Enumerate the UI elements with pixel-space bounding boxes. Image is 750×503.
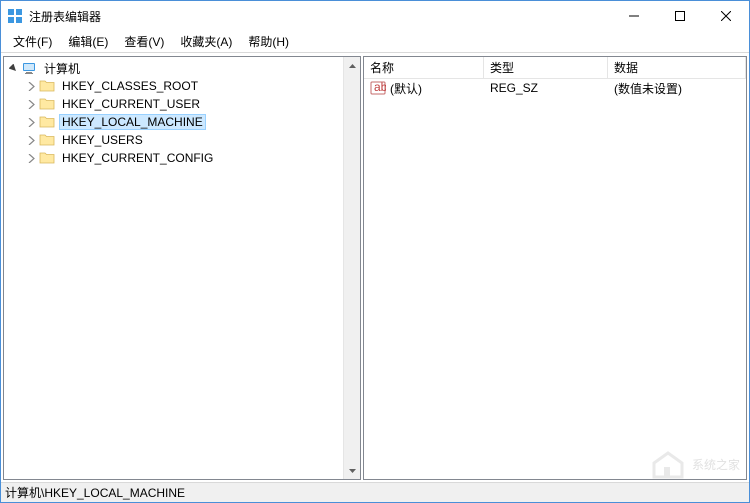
- menu-favorites[interactable]: 收藏夹(A): [172, 31, 240, 52]
- expand-icon[interactable]: [24, 133, 38, 147]
- folder-icon: [39, 96, 55, 112]
- list-header: 名称 类型 数据: [364, 57, 746, 79]
- minimize-button[interactable]: [611, 1, 657, 31]
- maximize-button[interactable]: [657, 1, 703, 31]
- menu-file[interactable]: 文件(F): [5, 31, 60, 52]
- value-type-cell: REG_SZ: [484, 81, 608, 95]
- app-icon: [7, 8, 23, 24]
- column-name[interactable]: 名称: [364, 57, 484, 78]
- tree-node-hkey-classes-root[interactable]: HKEY_CLASSES_ROOT: [4, 77, 360, 95]
- menu-help[interactable]: 帮助(H): [240, 31, 297, 52]
- collapse-icon[interactable]: [6, 61, 20, 75]
- tree-node-hkey-local-machine[interactable]: HKEY_LOCAL_MACHINE: [4, 113, 360, 131]
- values-list[interactable]: ab (默认) REG_SZ(数值未设置): [364, 79, 746, 479]
- folder-icon: [39, 78, 55, 94]
- folder-icon: [39, 114, 55, 130]
- tree-node-label: HKEY_CURRENT_CONFIG: [59, 150, 216, 166]
- expand-icon[interactable]: [24, 79, 38, 93]
- svg-text:ab: ab: [374, 80, 386, 94]
- tree-vertical-scrollbar[interactable]: [343, 57, 360, 479]
- tree-node-label: HKEY_CURRENT_USER: [59, 96, 203, 112]
- value-name-cell: ab (默认): [364, 80, 484, 97]
- tree-pane: 计算机 HKEY_CLASSES_ROOT HKEY_CURRENT_USER HK…: [3, 56, 361, 480]
- tree-node-label: HKEY_LOCAL_MACHINE: [59, 114, 206, 130]
- scroll-track[interactable]: [344, 74, 360, 462]
- expand-icon[interactable]: [24, 97, 38, 111]
- menu-view[interactable]: 查看(V): [116, 31, 172, 52]
- close-button[interactable]: [703, 1, 749, 31]
- string-value-icon: ab: [370, 80, 386, 96]
- folder-icon: [39, 150, 55, 166]
- main-content: 计算机 HKEY_CLASSES_ROOT HKEY_CURRENT_USER HK…: [1, 53, 749, 482]
- window-title: 注册表编辑器: [29, 8, 611, 25]
- status-bar: 计算机\HKEY_LOCAL_MACHINE: [1, 482, 749, 502]
- computer-icon: [21, 60, 37, 76]
- window-controls: [611, 1, 749, 31]
- expand-icon[interactable]: [24, 115, 38, 129]
- value-data-cell: (数值未设置): [608, 80, 746, 97]
- status-path: 计算机\HKEY_LOCAL_MACHINE: [5, 484, 185, 501]
- value-row[interactable]: ab (默认) REG_SZ(数值未设置): [364, 79, 746, 97]
- tree-node-hkey-users[interactable]: HKEY_USERS: [4, 131, 360, 149]
- registry-tree[interactable]: 计算机 HKEY_CLASSES_ROOT HKEY_CURRENT_USER HK…: [4, 57, 360, 479]
- tree-node-label: HKEY_CLASSES_ROOT: [59, 78, 201, 94]
- folder-icon: [39, 132, 55, 148]
- title-bar: 注册表编辑器: [1, 1, 749, 31]
- column-type[interactable]: 类型: [484, 57, 608, 78]
- menu-edit[interactable]: 编辑(E): [60, 31, 116, 52]
- tree-node-label: HKEY_USERS: [59, 132, 146, 148]
- tree-node-hkey-current-user[interactable]: HKEY_CURRENT_USER: [4, 95, 360, 113]
- values-pane: 名称 类型 数据 ab (默认) REG_SZ(数值未设置): [363, 56, 747, 480]
- tree-root-label: 计算机: [41, 59, 83, 78]
- scroll-up-button[interactable]: [344, 57, 360, 74]
- column-data[interactable]: 数据: [608, 57, 746, 78]
- tree-node-hkey-current-config[interactable]: HKEY_CURRENT_CONFIG: [4, 149, 360, 167]
- tree-root[interactable]: 计算机: [4, 59, 360, 77]
- value-name: (默认): [390, 80, 422, 97]
- scroll-down-button[interactable]: [344, 462, 360, 479]
- menu-bar: 文件(F) 编辑(E) 查看(V) 收藏夹(A) 帮助(H): [1, 31, 749, 53]
- expand-icon[interactable]: [24, 151, 38, 165]
